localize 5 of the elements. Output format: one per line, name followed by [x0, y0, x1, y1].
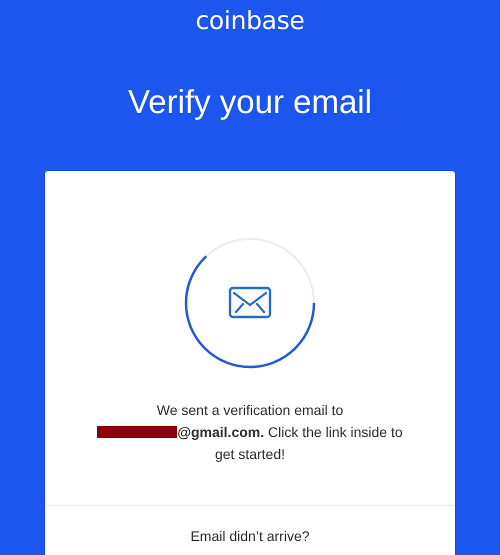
page-title: Verify your email	[128, 83, 372, 121]
message-text: We sent a verification email to @gmail.com. Click the link inside to get started!	[90, 399, 410, 465]
logo-text: coinbase	[195, 6, 305, 35]
envelope-icon	[228, 286, 272, 318]
email-not-arrived-link[interactable]: Email didn’t arrive?	[190, 528, 310, 544]
